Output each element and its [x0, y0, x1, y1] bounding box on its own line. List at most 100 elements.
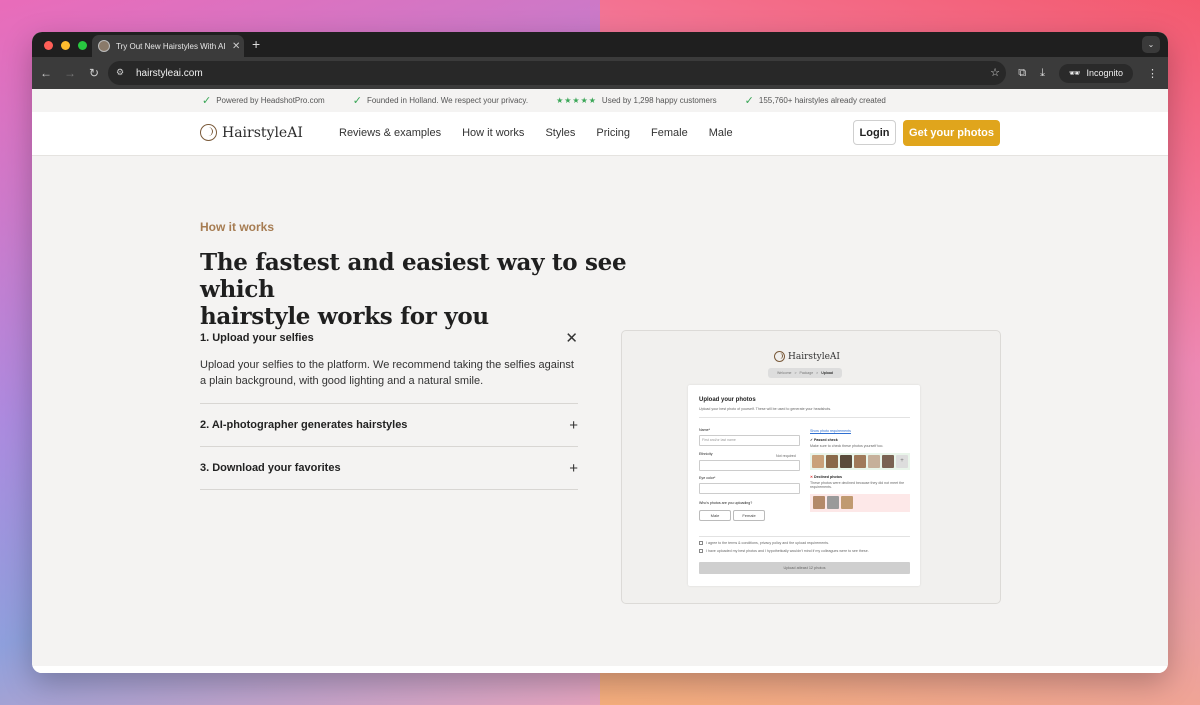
web-page: ✓ Powered by HeadshotPro.com ✓ Founded in … [32, 89, 1168, 673]
male-option: Male [699, 510, 731, 521]
nav-link-male[interactable]: Male [709, 127, 733, 139]
declined-label: ✕ Declined photos [810, 475, 842, 479]
name-label: Name* [699, 428, 710, 432]
toolbar-right: ⧉ ⤓ 🕶 Incognito ⋮ [1018, 57, 1158, 89]
logo-icon [200, 124, 217, 141]
extensions-icon[interactable]: ⧉ [1018, 67, 1026, 80]
nav-link-reviews[interactable]: Reviews & examples [339, 127, 441, 139]
check-icon: ✓ [202, 95, 212, 107]
nav-link-female[interactable]: Female [651, 127, 688, 139]
nav-link-how-it-works[interactable]: How it works [462, 127, 524, 139]
accordion-item: 3. Download your favorites + [200, 447, 578, 490]
ethnicity-select [699, 460, 800, 471]
uploaded-text: I have uploaded my best photos and I hyp… [706, 549, 869, 553]
uploaded-checkbox [699, 549, 703, 553]
photo-thumbnail [812, 455, 824, 468]
browser-window: Try Out New Hairstyles With AI ✕ + ⌄ ← →… [32, 32, 1168, 673]
trust-text: Powered by HeadshotPro.com [216, 96, 325, 105]
preview-title: Upload your photos [699, 397, 756, 403]
divider [699, 536, 910, 537]
browser-toolbar: ← → ↻ ⚙ hairstyleai.com ☆ ⧉ ⤓ 🕶 Incognit… [32, 57, 1168, 89]
check-icon: ✓ [352, 95, 362, 107]
photo-thumbnail [826, 455, 838, 468]
download-icon[interactable]: ⤓ [1040, 67, 1045, 80]
browser-menu-icon[interactable]: ⋮ [1147, 67, 1158, 80]
tab-strip: Try Out New Hairstyles With AI ✕ + ⌄ [32, 32, 1168, 57]
rating-stars-icon: ★★★★★ [556, 96, 597, 105]
accordion-title: 3. Download your favorites [200, 462, 341, 474]
preview-logo-icon [774, 351, 785, 362]
get-photos-button[interactable]: Get your photos [903, 120, 1000, 146]
close-icon[interactable]: ✕ [565, 329, 578, 347]
eye-color-label: Eye color* [699, 476, 716, 480]
nav-link-styles[interactable]: Styles [545, 127, 575, 139]
site-info-icon[interactable]: ⚙ [116, 67, 130, 79]
accordion-header-download[interactable]: 3. Download your favorites + [200, 447, 578, 489]
photo-thumbnail [882, 455, 894, 468]
declined-thumbnails [813, 496, 853, 509]
plus-icon[interactable]: + [569, 417, 578, 434]
accordion-title: 1. Upload your selfies [200, 332, 314, 344]
bookmark-star-icon[interactable]: ☆ [990, 66, 1000, 79]
trust-item: ★★★★★ Used by 1,298 happy customers [556, 96, 717, 105]
crumb: Upload [821, 371, 834, 375]
address-bar[interactable]: ⚙ hairstyleai.com ☆ [108, 61, 1006, 85]
declined-sub: These photos were declined because they … [810, 481, 905, 489]
trust-text: Founded in Holland. We respect your priv… [366, 96, 529, 105]
tab-favicon-icon [98, 40, 110, 52]
section-headline: The fastest and easiest way to see which… [200, 249, 700, 330]
how-it-works-accordion: 1. Upload your selfies ✕ Upload your sel… [200, 323, 578, 490]
uploading-label: Who's photos are you uploading? [699, 501, 753, 505]
close-window-button[interactable] [44, 41, 53, 50]
photo-thumbnail [868, 455, 880, 468]
tab-close-icon[interactable]: ✕ [232, 41, 240, 52]
minimize-window-button[interactable] [61, 41, 70, 50]
url-text: hairstyleai.com [136, 67, 203, 79]
page-bottom [32, 666, 1168, 673]
preview-logo-text: HairstyleAI [788, 351, 840, 362]
incognito-icon: 🕶 [1069, 67, 1081, 78]
check-icon: ✓ [744, 95, 754, 107]
window-controls [44, 41, 87, 50]
section-eyebrow: How it works [200, 220, 275, 234]
accordion-header-generate[interactable]: 2. AI-photographer generates hairstyles … [200, 404, 578, 446]
declined-area [810, 494, 910, 512]
divider [699, 417, 910, 418]
passed-thumbnails: + [810, 453, 910, 470]
site-header: HairstyleAI Reviews & examples How it wo… [32, 112, 1168, 156]
photo-thumbnail [840, 455, 852, 468]
back-icon[interactable]: ← [34, 66, 58, 80]
browser-tab[interactable]: Try Out New Hairstyles With AI ✕ [92, 35, 244, 57]
agree-text: I agree to the terms & conditions, priva… [706, 541, 830, 545]
tab-search-icon[interactable]: ⌄ [1142, 36, 1160, 53]
tab-title: Try Out New Hairstyles With AI [116, 41, 226, 51]
ethnicity-label: Ethnicity [699, 452, 713, 456]
declined-x-icon: ✕ [810, 475, 814, 479]
photo-thumbnail [854, 455, 866, 468]
requirements-link: Show photo requirements [810, 429, 851, 433]
preview-breadcrumb: Welcome > Package > Upload [768, 368, 842, 378]
photo-thumbnail [827, 496, 839, 509]
plus-icon[interactable]: + [569, 460, 578, 477]
incognito-badge[interactable]: 🕶 Incognito [1059, 63, 1133, 83]
crumb: Welcome [776, 371, 792, 375]
main-nav: Reviews & examples How it works Styles P… [339, 127, 733, 139]
trust-item: ✓ Powered by HeadshotPro.com [202, 94, 325, 107]
eye-color-select [699, 483, 800, 494]
accordion-header-upload[interactable]: 1. Upload your selfies ✕ [200, 323, 578, 353]
site-logo[interactable]: HairstyleAI [200, 124, 303, 141]
login-button[interactable]: Login [853, 120, 896, 145]
forward-icon[interactable]: → [58, 66, 82, 80]
photo-thumbnail [813, 496, 825, 509]
new-tab-button[interactable]: + [252, 36, 260, 52]
nav-link-pricing[interactable]: Pricing [596, 127, 630, 139]
accordion-item: 1. Upload your selfies ✕ Upload your sel… [200, 323, 578, 404]
logo-text: HairstyleAI [222, 124, 303, 141]
add-photo-icon: + [896, 455, 908, 468]
crumb-sep: > [816, 371, 819, 375]
reload-icon[interactable]: ↻ [82, 66, 106, 80]
upload-preview-image: HairstyleAI Welcome > Package > Upload U… [621, 330, 1001, 604]
maximize-window-button[interactable] [78, 41, 87, 50]
preview-subtitle: Upload your best photo of yourself. Thes… [699, 407, 832, 411]
accordion-title: 2. AI-photographer generates hairstyles [200, 419, 408, 431]
